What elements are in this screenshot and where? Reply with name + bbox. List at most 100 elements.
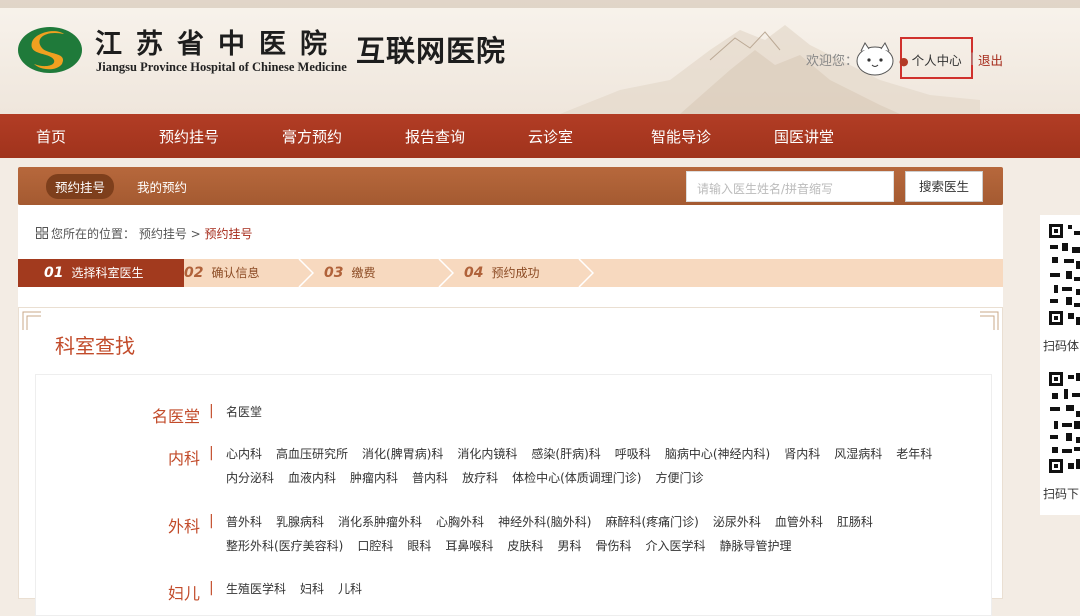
step-arrow — [298, 259, 314, 287]
department-link[interactable]: 肿瘤内科 — [350, 466, 398, 490]
breadcrumb-path[interactable]: 预约挂号 > — [139, 227, 201, 241]
department-link[interactable]: 介入医学科 — [645, 534, 705, 558]
main-content: 您所在的位置： 预约挂号 > 预约挂号 01 选择科室医生 02 确认信息 03 缴费… — [18, 205, 1003, 616]
department-link[interactable]: 神经外科(脑外科) — [498, 510, 591, 534]
department-link[interactable]: 肛肠科 — [837, 510, 873, 534]
logo-english-name: Jiangsu Province Hospital of Chinese Med… — [96, 60, 347, 74]
department-link[interactable]: 高血压研究所 — [276, 442, 348, 466]
department-link[interactable]: 肾内科 — [784, 442, 820, 466]
department-link[interactable]: 名医堂 — [226, 400, 262, 424]
decorative-border — [0, 0, 1080, 8]
logout-link[interactable]: 退出 — [978, 50, 1003, 69]
department-link[interactable]: 耳鼻喉科 — [445, 534, 493, 558]
breadcrumb-prefix: 您所在的位置： — [51, 227, 136, 241]
department-link[interactable]: 心胸外科 — [436, 510, 484, 534]
department-link[interactable]: 消化系肿瘤外科 — [338, 510, 422, 534]
department-link[interactable]: 麻醉科(疼痛门诊) — [605, 510, 698, 534]
category-divider: | — [209, 445, 214, 461]
category-label: 内科 — [167, 449, 200, 468]
qr-label-2: 扫码下 — [1043, 487, 1080, 501]
user-center-label: 个人中心 — [911, 53, 962, 68]
nav-home[interactable]: 首页 — [36, 126, 66, 147]
user-center-link[interactable]: ● 个人中心 — [899, 50, 962, 69]
welcome-text: 欢迎您： — [806, 54, 859, 69]
step-arrow — [438, 259, 454, 287]
nav-lecture-hall[interactable]: 国医讲堂 — [774, 126, 834, 147]
department-link[interactable]: 男科 — [557, 534, 581, 558]
department-link[interactable]: 整形外科(医疗美容科) — [226, 534, 343, 558]
nav-paste-prescription[interactable]: 膏方预约 — [282, 126, 342, 147]
qr-label-1: 扫码体 — [1043, 339, 1080, 353]
grid-icon — [36, 227, 48, 239]
nav-report-query[interactable]: 报告查询 — [405, 126, 465, 147]
step-3: 03 缴费 — [324, 265, 376, 281]
department-list: 名医堂 | 名医堂 内科 | 心内科 高血压研究所 消化(脾胃病)科 消化内镜科 感染(… — [35, 374, 992, 616]
step-2: 02 确认信息 — [184, 265, 260, 281]
department-link[interactable]: 心内科 — [226, 442, 262, 466]
step-arrow — [158, 259, 172, 287]
department-link[interactable]: 儿科 — [338, 577, 362, 601]
nav-appointment[interactable]: 预约挂号 — [159, 126, 219, 147]
department-link[interactable]: 普内科 — [412, 466, 448, 490]
internet-hospital-title: 互联网医院 — [356, 34, 507, 68]
department-items: 生殖医学科 妇科 儿科 — [226, 577, 966, 601]
department-link[interactable]: 乳腺病科 — [276, 510, 324, 534]
nav-cloud-clinic[interactable]: 云诊室 — [528, 126, 573, 147]
logo-chinese-name: 江苏省中医院 — [95, 29, 341, 60]
department-items: 名医堂 — [226, 400, 966, 424]
site-header: 江苏省中医院 Jiangsu Province Hospital of Chin… — [0, 0, 1080, 114]
qr-code-icon[interactable] — [1048, 371, 1080, 477]
department-link[interactable]: 骨伤科 — [595, 534, 631, 558]
department-link[interactable]: 妇科 — [300, 577, 324, 601]
department-link[interactable]: 普外科 — [226, 510, 262, 534]
qr-code-icon[interactable] — [1048, 223, 1080, 329]
step-arrow — [578, 259, 594, 287]
department-link[interactable]: 血管外科 — [775, 510, 823, 534]
category-divider: | — [209, 513, 214, 529]
department-link[interactable]: 老年科 — [896, 442, 932, 466]
category-label: 名医堂 — [151, 407, 200, 426]
department-link[interactable]: 脑病中心(神经内科) — [665, 442, 770, 466]
qr-sidebar: 扫码体 扫码下 — [1040, 215, 1080, 515]
breadcrumb: 您所在的位置： 预约挂号 > 预约挂号 — [36, 225, 253, 242]
step-4: 04 预约成功 — [464, 265, 540, 281]
user-avatar-icon — [856, 42, 894, 76]
hospital-logo-icon[interactable] — [16, 24, 88, 76]
department-link[interactable]: 消化内镜科 — [457, 442, 517, 466]
department-link[interactable]: 感染(肝病)科 — [531, 442, 600, 466]
progress-steps: 01 选择科室医生 02 确认信息 03 缴费 04 预约成功 — [18, 259, 1003, 287]
tab-my-appointments[interactable]: 我的预约 — [137, 177, 187, 196]
panel-title: 科室查找 — [55, 334, 135, 358]
department-link[interactable]: 静脉导管护理 — [719, 534, 791, 558]
department-link[interactable]: 风湿病科 — [834, 442, 882, 466]
department-items: 心内科 高血压研究所 消化(脾胃病)科 消化内镜科 感染(肝病)科 呼吸科 脑病中心(神经内… — [226, 442, 966, 490]
department-link[interactable]: 体检中心(体质调理门诊) — [512, 466, 641, 490]
breadcrumb-current: 预约挂号 — [204, 227, 253, 241]
department-panel: 科室查找 名医堂 | 名医堂 内科 | 心内科 高血压研究所 消化(脾胃病)科 消化内… — [18, 307, 1003, 616]
nav-smart-guide[interactable]: 智能导诊 — [651, 126, 711, 147]
search-doctor-button[interactable]: 搜索医生 — [905, 171, 983, 202]
main-nav: 首页 预约挂号 膏方预约 报告查询 云诊室 智能导诊 国医讲堂 — [0, 114, 1080, 158]
header-separator: | — [970, 50, 975, 65]
department-items: 普外科 乳腺病科 消化系肿瘤外科 心胸外科 神经外科(脑外科) 麻醉科(疼痛门诊) 泌尿外科… — [226, 510, 966, 558]
category-label: 妇儿 — [167, 584, 200, 603]
doctor-search-input[interactable]: 请输入医生姓名/拼音缩写 — [686, 171, 894, 202]
corner-ornament — [980, 311, 999, 330]
department-link[interactable]: 血液内科 — [288, 466, 336, 490]
tab-appointment[interactable]: 预约挂号 — [46, 174, 115, 199]
department-link[interactable]: 方便门诊 — [655, 466, 703, 490]
department-link[interactable]: 消化(脾胃病)科 — [362, 442, 443, 466]
corner-ornament — [22, 311, 41, 330]
department-link[interactable]: 皮肤科 — [507, 534, 543, 558]
department-link[interactable]: 口腔科 — [357, 534, 393, 558]
department-link[interactable]: 内分泌科 — [226, 466, 274, 490]
category-divider: | — [209, 580, 214, 596]
department-link[interactable]: 眼科 — [407, 534, 431, 558]
department-link[interactable]: 呼吸科 — [615, 442, 651, 466]
department-link[interactable]: 放疗科 — [462, 466, 498, 490]
category-divider: | — [209, 403, 214, 419]
person-icon: ● — [899, 55, 909, 68]
department-link[interactable]: 泌尿外科 — [713, 510, 761, 534]
department-link[interactable]: 生殖医学科 — [226, 577, 286, 601]
category-label: 外科 — [167, 517, 200, 536]
